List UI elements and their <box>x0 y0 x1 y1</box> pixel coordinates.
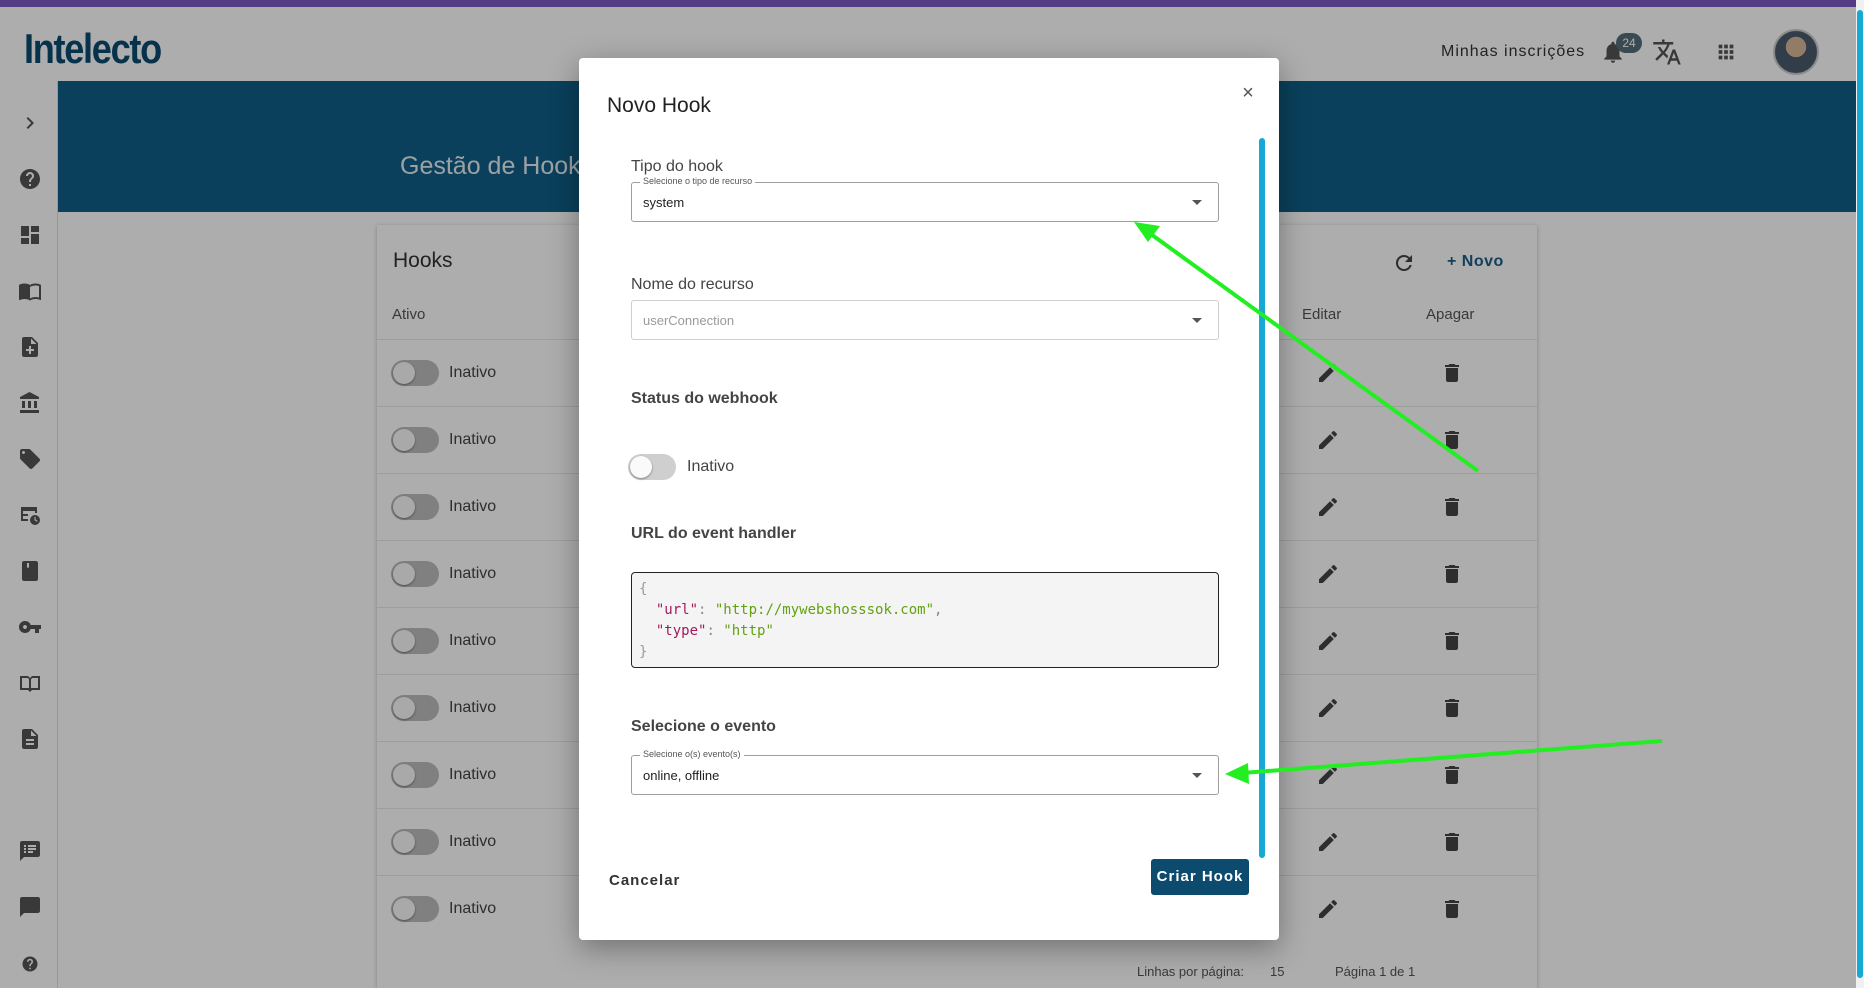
dialog-title: Novo Hook <box>607 94 711 117</box>
dialog-scrollbar[interactable] <box>1259 138 1265 858</box>
page-scrollbar-thumb[interactable] <box>1857 10 1863 978</box>
hook-type-value: system <box>643 195 685 210</box>
event-handler-json-editor[interactable]: { "url": "http://mywebshosssok.com", "ty… <box>631 572 1219 668</box>
json-url-key: "url" <box>655 602 699 618</box>
chevron-down-icon <box>1192 200 1202 205</box>
create-hook-button[interactable]: Criar Hook <box>1151 859 1249 895</box>
hook-type-legend: Selecione o tipo de recurso <box>640 176 756 186</box>
event-select[interactable]: Selecione o(s) evento(s) online, offline <box>631 749 1219 795</box>
event-label: Selecione o evento <box>631 718 776 735</box>
json-close-brace: } <box>639 644 648 660</box>
json-open-brace: { <box>639 581 648 597</box>
new-hook-dialog: Novo Hook × Tipo do hook Selecione o tip… <box>579 58 1279 940</box>
json-url-value: "http://mywebshosssok.com" <box>714 602 935 618</box>
webhook-status-value: Inativo <box>687 458 735 475</box>
resource-name-label: Nome do recurso <box>631 276 754 293</box>
json-type-value: "http" <box>723 623 774 639</box>
resource-name-value: userConnection <box>643 313 735 328</box>
json-type-key: "type" <box>655 623 707 639</box>
chevron-down-icon <box>1192 773 1202 778</box>
resource-name-select[interactable]: userConnection <box>631 300 1219 340</box>
event-value: online, offline <box>643 768 720 783</box>
event-legend: Selecione o(s) evento(s) <box>640 749 744 759</box>
webhook-status-label: Status do webhook <box>631 390 778 407</box>
hook-type-select[interactable]: Selecione o tipo de recurso system <box>631 176 1219 222</box>
webhook-status-toggle[interactable] <box>628 454 676 480</box>
hook-type-label: Tipo do hook <box>631 158 723 175</box>
close-icon[interactable]: × <box>1237 82 1259 104</box>
event-handler-label: URL do event handler <box>631 525 797 542</box>
cancel-button[interactable]: Cancelar <box>609 872 680 889</box>
chevron-down-icon <box>1192 318 1202 323</box>
